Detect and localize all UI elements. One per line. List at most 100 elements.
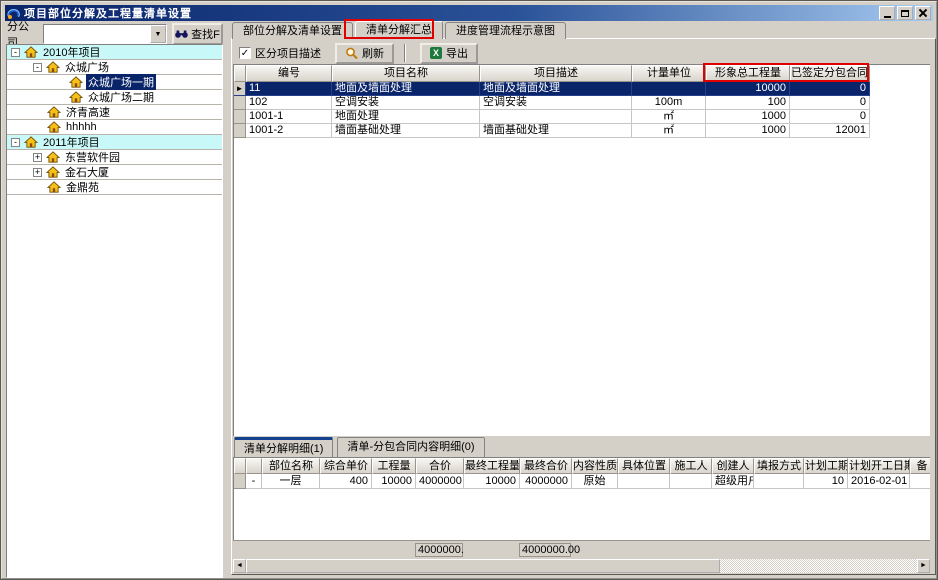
tree-item-众城广场[interactable]: -众城广场 xyxy=(7,60,222,75)
tree-item-2011年项目[interactable]: -2011年项目 xyxy=(7,135,222,150)
grid-cell[interactable]: 2016-02-01 xyxy=(848,474,910,489)
column-header-计划工期[interactable]: 计划工期 xyxy=(804,458,848,474)
grid-cell[interactable]: 一层 xyxy=(262,474,320,489)
column-header-项目描述[interactable]: 项目描述 xyxy=(480,65,632,82)
tree-item-众城广场一期[interactable]: 众城广场一期 xyxy=(7,75,222,90)
distinguish-description-checkbox[interactable]: ✓ xyxy=(239,47,251,59)
grid-cell[interactable]: 400 xyxy=(320,474,372,489)
grid-cell[interactable]: ㎡ xyxy=(632,110,706,124)
grid-cell[interactable]: 100 xyxy=(706,96,790,110)
grid-cell[interactable]: 原始 xyxy=(572,474,618,489)
export-button[interactable]: X 导出 xyxy=(420,43,478,64)
grid-cell[interactable] xyxy=(480,110,632,124)
tree-item-东营软件园[interactable]: +东营软件园 xyxy=(7,150,222,165)
tree-item-hhhhh[interactable]: hhhhh xyxy=(7,120,222,135)
column-header-计量单位[interactable]: 计量单位 xyxy=(632,65,706,82)
column-header-计划开工日期[interactable]: 计划开工日期 xyxy=(848,458,910,474)
scrollbar-thumb[interactable] xyxy=(246,559,720,573)
collapse-icon[interactable]: - xyxy=(11,138,20,147)
grid-cell[interactable]: 0 xyxy=(790,110,870,124)
tree-item-众城广场二期[interactable]: 众城广场二期 xyxy=(7,90,222,105)
grid-cell[interactable]: 地面及墙面处理 xyxy=(332,82,480,96)
column-header-最终合价[interactable]: 最终合价 xyxy=(520,458,572,474)
collapse-icon[interactable]: - xyxy=(246,474,262,489)
grid-cell[interactable]: 4000000 xyxy=(520,474,572,489)
column-header-创建人[interactable]: 创建人 xyxy=(712,458,754,474)
chevron-down-icon[interactable]: ▼ xyxy=(150,25,166,43)
detail-row[interactable]: -一层400100004000000100004000000原始超级用户1020… xyxy=(234,474,930,489)
expand-icon[interactable]: + xyxy=(33,168,42,177)
grid-cell[interactable]: ㎡ xyxy=(632,124,706,138)
panel-splitter[interactable] xyxy=(224,21,231,575)
table-row[interactable]: 1001-1地面处理 ㎡10000 xyxy=(234,110,930,124)
expand-icon[interactable]: + xyxy=(33,153,42,162)
collapse-icon[interactable]: - xyxy=(33,63,42,72)
tab-部位分解及清单设置[interactable]: 部位分解及清单设置 xyxy=(232,22,353,39)
grid-cell[interactable]: 100m xyxy=(632,96,706,110)
refresh-button[interactable]: 刷新 xyxy=(335,43,394,64)
table-row[interactable]: 102空调安装空调安装100m1000 xyxy=(234,96,930,110)
column-header-形象总工程量[interactable]: 形象总工程量 xyxy=(706,65,790,82)
grid-cell[interactable]: 4000000 xyxy=(416,474,464,489)
tab-进度管理流程示意图[interactable]: 进度管理流程示意图 xyxy=(445,22,566,39)
tree-item-2010年项目[interactable]: -2010年项目 xyxy=(7,45,222,60)
grid-cell[interactable] xyxy=(618,474,670,489)
grid-cell[interactable]: 墙面基础处理 xyxy=(480,124,632,138)
column-header-最终工程量[interactable]: 最终工程量 xyxy=(464,458,520,474)
title-bar[interactable]: 项目部位分解及工程量清单设置 xyxy=(5,5,933,21)
grid-cell[interactable]: 10000 xyxy=(706,82,790,96)
grid-cell[interactable]: 11 xyxy=(246,82,332,96)
column-header-内容性质[interactable]: 内容性质 xyxy=(572,458,618,474)
column-header-填报方式[interactable]: 填报方式 xyxy=(754,458,804,474)
grid-cell[interactable]: 0 xyxy=(790,96,870,110)
column-header-部位名称[interactable]: 部位名称 xyxy=(262,458,320,474)
grid-cell[interactable] xyxy=(632,82,706,96)
column-header-编号[interactable]: 编号 xyxy=(246,65,332,82)
grid-cell[interactable]: 0 xyxy=(790,82,870,96)
column-header-综合单价[interactable]: 综合单价 xyxy=(320,458,372,474)
grid-cell[interactable]: 1000 xyxy=(706,110,790,124)
column-header-备[interactable]: 备 xyxy=(910,458,930,474)
grid-cell[interactable]: 102 xyxy=(246,96,332,110)
maximize-icon[interactable] xyxy=(897,6,913,20)
grid-cell[interactable]: 1000 xyxy=(706,124,790,138)
branch-company-select[interactable]: ▼ xyxy=(43,24,167,44)
tree-item-济青高速[interactable]: 济青高速 xyxy=(7,105,222,120)
grid-cell[interactable]: 空调安装 xyxy=(332,96,480,110)
bottom-tab-清单-分包合同内容明细(0)[interactable]: 清单-分包合同内容明细(0) xyxy=(337,437,484,457)
grid-cell[interactable]: 1001-2 xyxy=(246,124,332,138)
grid-cell[interactable]: 10000 xyxy=(464,474,520,489)
horizontal-scrollbar[interactable]: ◄ ► xyxy=(233,559,930,573)
grid-cell[interactable] xyxy=(754,474,804,489)
grid-cell[interactable]: 1001-1 xyxy=(246,110,332,124)
minimize-icon[interactable] xyxy=(879,6,895,20)
scroll-right-icon[interactable]: ► xyxy=(917,559,930,573)
grid-cell[interactable]: 超级用户 xyxy=(712,474,754,489)
column-header-具体位置[interactable]: 具体位置 xyxy=(618,458,670,474)
grid-cell[interactable]: 12001 xyxy=(790,124,870,138)
column-header-合价[interactable]: 合价 xyxy=(416,458,464,474)
column-header-工程量[interactable]: 工程量 xyxy=(372,458,416,474)
table-row[interactable]: 1001-2墙面基础处理墙面基础处理㎡100012001 xyxy=(234,124,930,138)
scroll-left-icon[interactable]: ◄ xyxy=(233,559,246,573)
grid-cell[interactable]: 地面及墙面处理 xyxy=(480,82,632,96)
find-button[interactable]: 查找F xyxy=(172,23,223,45)
grid-cell[interactable]: 地面处理 xyxy=(332,110,480,124)
bottom-tab-清单分解明细(1)[interactable]: 清单分解明细(1) xyxy=(234,437,333,457)
scrollbar-track[interactable] xyxy=(720,559,917,573)
grid-cell[interactable] xyxy=(670,474,712,489)
column-header-施工人[interactable]: 施工人 xyxy=(670,458,712,474)
column-header-已签定分包合同总量[interactable]: 已签定分包合同总量 xyxy=(790,65,870,82)
close-icon[interactable] xyxy=(915,6,931,20)
collapse-icon[interactable]: - xyxy=(11,48,20,57)
column-header-项目名称[interactable]: 项目名称 xyxy=(332,65,480,82)
grid-cell[interactable]: 10 xyxy=(804,474,848,489)
grid-cell[interactable]: 10000 xyxy=(372,474,416,489)
grid-cell[interactable]: 墙面基础处理 xyxy=(332,124,480,138)
tab-清单分解汇总[interactable]: 清单分解汇总 xyxy=(355,21,443,39)
grid-cell[interactable]: 空调安装 xyxy=(480,96,632,110)
tree-item-金石大厦[interactable]: +金石大厦 xyxy=(7,165,222,180)
grid-cell[interactable] xyxy=(910,474,930,489)
tree-item-金鼎苑[interactable]: 金鼎苑 xyxy=(7,180,222,195)
table-row[interactable]: ►11地面及墙面处理地面及墙面处理100000 xyxy=(234,82,930,96)
